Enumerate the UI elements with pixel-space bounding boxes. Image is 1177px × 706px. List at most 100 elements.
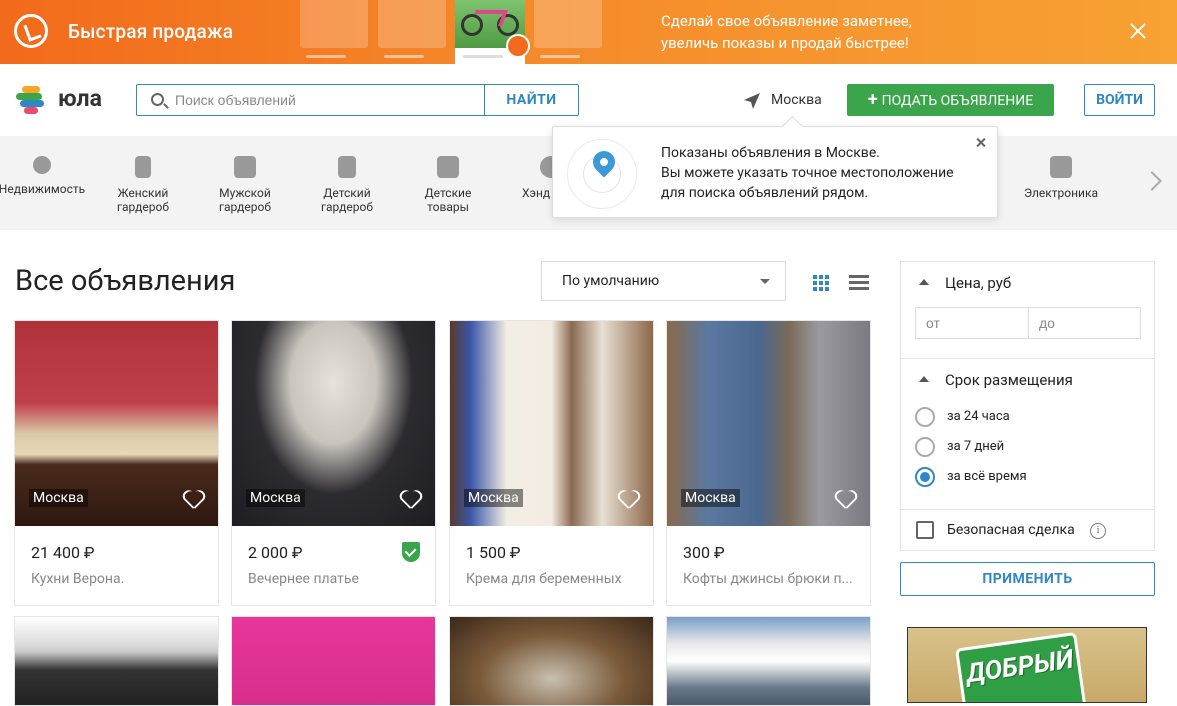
list-view-icon[interactable]: [849, 275, 869, 291]
listing-location: Москва: [681, 489, 740, 507]
skirt-icon: [135, 156, 151, 178]
location-arrow-icon[interactable]: [743, 92, 761, 110]
promo-title: Быстрая продажа: [68, 20, 234, 43]
heart-icon[interactable]: [835, 491, 855, 509]
sort-select[interactable]: По умолчанию: [541, 261, 786, 301]
radio-24h[interactable]: [915, 407, 935, 427]
listing-price: 21 400 ₽: [31, 543, 95, 562]
promo-text-line: Сделай свое объявление заметнее,: [661, 12, 912, 30]
category-label: Электроника: [1024, 186, 1098, 200]
heart-icon[interactable]: [400, 491, 420, 509]
listing-card[interactable]: [449, 616, 654, 706]
category-label: Хэнд: [522, 186, 551, 200]
category-womens-clothing[interactable]: Женский гардероб: [93, 156, 193, 214]
promo-text: Сделай свое объявление заметнее, увеличь…: [661, 10, 912, 54]
sort-value: По умолчанию: [562, 273, 660, 289]
category-electronics[interactable]: Электроника: [1011, 156, 1111, 200]
listing-card[interactable]: [666, 616, 871, 706]
listing-card[interactable]: [14, 616, 219, 706]
category-label: Мужской гардероб: [218, 186, 272, 214]
price-to-input[interactable]: [1029, 308, 1141, 338]
divider: [901, 509, 1154, 510]
search-bar: НАЙТИ: [136, 84, 579, 116]
promo-thumbnail: [378, 0, 446, 48]
safe-deal-label[interactable]: Безопасная сделка: [947, 522, 1075, 538]
chevron-down-icon: [760, 279, 770, 284]
radio-7d[interactable]: [915, 437, 935, 457]
listing-location: Москва: [246, 489, 305, 507]
divider: [901, 358, 1154, 359]
radio-label[interactable]: за 24 часа: [947, 409, 1010, 424]
login-button[interactable]: ВОЙТИ: [1084, 84, 1155, 116]
period-filter-heading[interactable]: Срок размещения: [945, 371, 1073, 389]
verified-shield-icon: [402, 542, 420, 562]
listing-card[interactable]: Москва 300 ₽ Кофты джинсы брюки п...: [666, 320, 871, 606]
radio-label[interactable]: за 7 дней: [947, 439, 1004, 454]
advertisement-banner[interactable]: ДОБРЫЙ: [907, 627, 1147, 703]
search-icon: [151, 93, 164, 106]
category-kids-goods[interactable]: Детские товары: [398, 156, 498, 214]
promo-banner[interactable]: Быстрая продажа Сделай свое объявление з…: [0, 0, 1177, 64]
listing-title: Крема для беременных: [466, 571, 622, 587]
youla-logo-icon[interactable]: [16, 84, 48, 116]
listing-card[interactable]: Москва 1 500 ₽ Крема для беременных: [449, 320, 654, 606]
electronics-icon: [1050, 156, 1072, 178]
listing-card[interactable]: Москва 21 400 ₽ Кухни Верона.: [14, 320, 219, 606]
radio-label[interactable]: за всё время: [947, 469, 1027, 484]
heart-icon[interactable]: [183, 491, 203, 509]
price-from-input[interactable]: [916, 308, 1028, 338]
location-selector[interactable]: Москва: [771, 92, 822, 108]
listing-title: Кухни Верона.: [31, 571, 125, 587]
category-label: Женский гардероб: [116, 186, 170, 214]
logo-text[interactable]: юла: [58, 85, 102, 112]
listing-price: 1 500 ₽: [466, 543, 521, 562]
listing-title: Вечернее платье: [248, 571, 359, 587]
category-handmade[interactable]: Хэнд: [497, 156, 562, 200]
caret-up-icon[interactable]: [919, 376, 929, 382]
price-filter-heading[interactable]: Цена, руб: [945, 274, 1011, 292]
filters-panel: Цена, руб Срок размещения за 24 часа за …: [900, 261, 1155, 551]
fast-sale-icon: [14, 14, 48, 48]
chevron-right-icon[interactable]: [1142, 171, 1162, 191]
page-title: Все объявления: [15, 264, 236, 298]
price-range: [915, 307, 1141, 339]
shirt-icon: [234, 156, 256, 178]
popover-line: Показаны объявления в Москве.: [661, 145, 880, 161]
category-kids-clothing[interactable]: Детский гардероб: [297, 156, 397, 214]
post-ad-button[interactable]: + ПОДАТЬ ОБЪЯВЛЕНИЕ: [847, 84, 1054, 116]
promo-text-line: увеличь показы и продай быстрее!: [661, 34, 909, 52]
caret-up-icon[interactable]: [919, 279, 929, 285]
key-icon: [33, 156, 51, 174]
safe-deal-checkbox[interactable]: [916, 521, 934, 539]
boost-badge-icon: [506, 34, 530, 58]
info-icon[interactable]: i: [1090, 523, 1106, 539]
promo-thumbnail-indicator: [463, 55, 503, 58]
listing-location: Москва: [464, 489, 523, 507]
category-mens-clothing[interactable]: Мужской гардероб: [195, 156, 295, 214]
popover-message: Показаны объявления в Москве. Вы можете …: [661, 143, 981, 203]
location-popover: Показаны объявления в Москве. Вы можете …: [552, 126, 998, 218]
grid-view-icon[interactable]: [813, 275, 829, 291]
listing-card[interactable]: [231, 616, 436, 706]
category-label: Недвижимость: [0, 182, 86, 196]
category-label: Детский гардероб: [320, 186, 374, 214]
search-input[interactable]: [175, 85, 475, 115]
close-icon[interactable]: [1125, 18, 1151, 44]
promo-thumbnail: [534, 0, 602, 48]
apply-filters-button[interactable]: ПРИМЕНИТЬ: [900, 562, 1155, 596]
radio-all-time[interactable]: [915, 467, 935, 487]
search-button[interactable]: НАЙТИ: [484, 85, 578, 115]
listing-price: 2 000 ₽: [248, 543, 303, 562]
plus-icon: +: [867, 89, 878, 110]
category-real-estate[interactable]: Недвижимость: [0, 156, 92, 196]
promo-thumbnail-indicator: [306, 55, 346, 58]
heart-icon[interactable]: [618, 491, 638, 509]
listing-card[interactable]: Москва 2 000 ₽ Вечернее платье: [231, 320, 436, 606]
close-icon[interactable]: [973, 135, 989, 151]
post-ad-label: ПОДАТЬ ОБЪЯВЛЕНИЕ: [881, 93, 1034, 109]
listing-location: Москва: [29, 489, 88, 507]
category-label: Детские товары: [424, 186, 472, 214]
promo-thumbnail: [300, 0, 368, 48]
promo-thumbnail-indicator: [384, 55, 424, 58]
promo-thumbnail-indicator: [540, 55, 580, 58]
